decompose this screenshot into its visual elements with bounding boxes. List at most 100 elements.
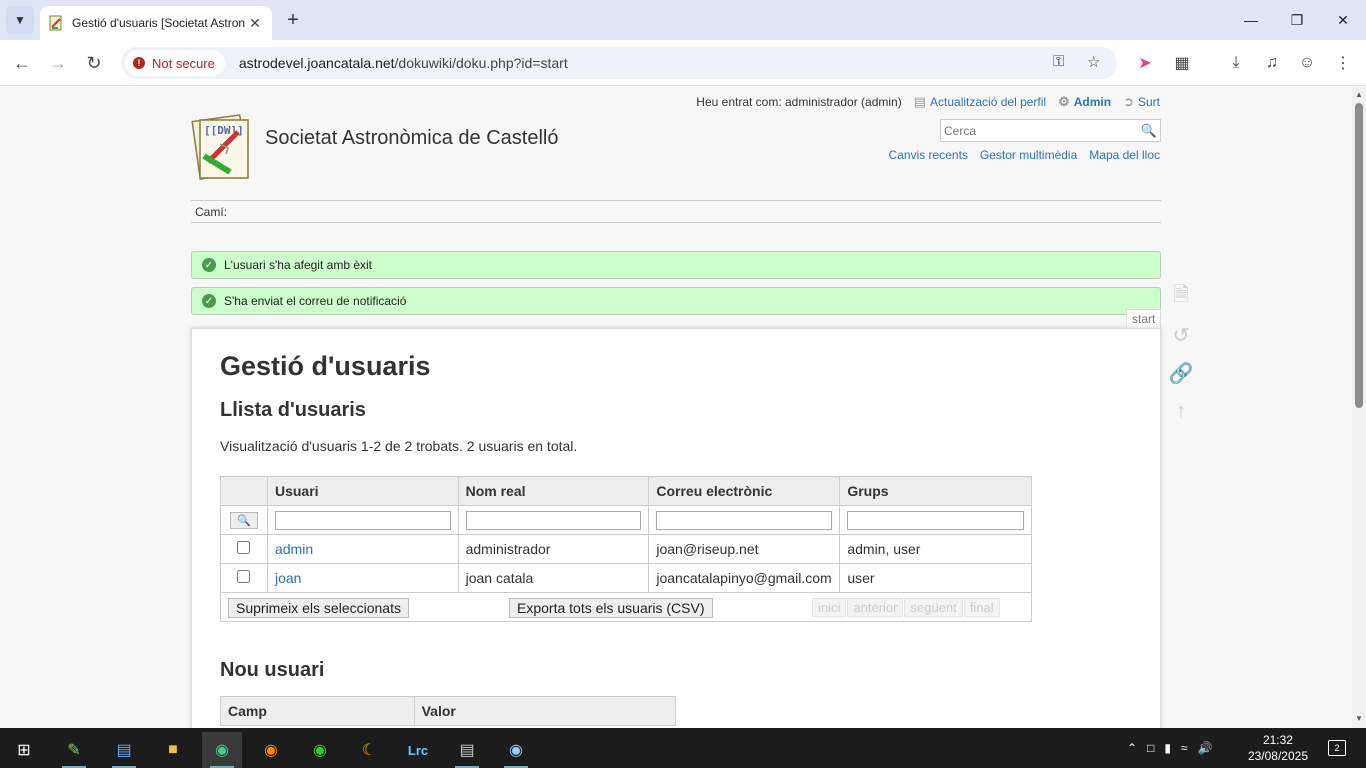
backlinks-icon[interactable]: 🔗 [1167, 361, 1195, 385]
security-chip[interactable]: ! Not secure [125, 50, 225, 76]
user-link[interactable]: admin [275, 541, 313, 557]
windows-taskbar: ⊞ ✎ ▤ ■ ◉ ◉ ◉ ☾ Lrc ▤ ◉ ⌃ □ ▮ ≈ 🔊 21:32 … [0, 728, 1366, 768]
media-queue-icon[interactable]: ♫ [1261, 52, 1283, 74]
select-column-header [220, 476, 268, 506]
clock-time: 21:32 [1262, 733, 1293, 747]
logged-in-text: Heu entrat com: administrador (admin) [696, 95, 902, 109]
column-header: Grups [839, 476, 1032, 506]
download-icon[interactable]: ⤓ [1225, 52, 1247, 74]
user-email: joan@riseup.net [648, 534, 841, 564]
image-app-icon[interactable]: ▤ [447, 732, 487, 768]
gear-icon: ⚙ [1058, 94, 1070, 109]
pager-next-button[interactable]: següent [904, 598, 963, 617]
extension-share-icon[interactable]: ➤ [1134, 52, 1156, 74]
select-user-checkbox[interactable] [237, 570, 251, 583]
close-window-icon[interactable]: ✕ [1320, 0, 1366, 40]
user-list-heading: Llista d'usuaris [220, 399, 366, 421]
page-title: Gestió d'usuaris [220, 351, 431, 381]
dokuwiki-logo[interactable]: [[DW]] [190, 114, 256, 180]
user-tools: Heu entrat com: administrador (admin) ▤ A… [696, 94, 1160, 110]
site-title[interactable]: Societat Astronòmica de Castelló [265, 127, 559, 150]
filter-email-input[interactable] [656, 510, 833, 530]
filter-groups-input[interactable] [847, 510, 1024, 530]
system-tray: ⌃ □ ▮ ≈ 🔊 [1127, 728, 1212, 768]
minimize-icon[interactable]: — [1228, 0, 1274, 40]
user-real-name: administrador [457, 534, 650, 564]
url-text[interactable]: astrodevel.joancatala.net/dokuwiki/doku.… [239, 55, 568, 71]
sitemap-link[interactable]: Mapa del lloc [1089, 148, 1160, 162]
scrollbar-thumb[interactable] [1355, 103, 1363, 408]
export-csv-button[interactable]: Exporta tots els usuaris (CSV) [509, 598, 713, 618]
paint-app-icon[interactable]: ◉ [496, 732, 536, 768]
bookmark-star-icon[interactable]: ☆ [1087, 53, 1100, 71]
logout-link[interactable]: ➲ Surt [1123, 94, 1160, 110]
search-box: 🔍 [940, 119, 1161, 142]
filter-name-input[interactable] [465, 510, 642, 530]
profile-link[interactable]: ▤ Actualització del perfil [914, 94, 1046, 110]
success-message-text: S'ha enviat el correu de notificació [224, 294, 407, 308]
wifi-icon[interactable]: ≈ [1181, 741, 1188, 755]
success-message-text: L'usuari s'ha afegit amb èxit [224, 258, 372, 272]
profile-icon[interactable]: ☺ [1296, 52, 1318, 74]
menu-kebab-icon[interactable]: ⋮ [1332, 52, 1354, 74]
page-scrollbar[interactable]: ▲ ▼ [1352, 87, 1366, 728]
remote-desktop-icon[interactable]: ▤ [104, 732, 144, 768]
pager-prev-button[interactable]: anterior [847, 598, 904, 617]
address-bar[interactable]: ! Not secure astrodevel.joancatala.net/d… [121, 47, 1117, 79]
user-link[interactable]: joan [275, 570, 301, 586]
site-tools: Canvis recents Gestor multimèdia Mapa de… [889, 148, 1160, 162]
lightroom-icon[interactable]: Lrc [398, 732, 438, 768]
file-explorer-icon[interactable]: ■ [153, 732, 193, 768]
battery-icon[interactable]: ▮ [1164, 741, 1171, 755]
extensions-puzzle-icon[interactable]: ▦ [1171, 52, 1193, 74]
scroll-down-icon[interactable]: ▼ [1355, 714, 1363, 723]
delete-selected-button[interactable]: Suprimeix els seleccionats [228, 598, 409, 618]
pager-last-button[interactable]: final [963, 598, 1000, 617]
search-icon: 🔍 [237, 515, 251, 527]
filter-user-input[interactable] [274, 510, 451, 530]
active-tab[interactable]: Gestió d'usuaris [Societat Astron ✕ [40, 6, 272, 40]
tab-search-button[interactable]: ▼ [6, 6, 34, 34]
new-user-table: Camp Valor [220, 696, 677, 726]
notification-badge[interactable]: 2 [1328, 740, 1346, 756]
close-tab-icon[interactable]: ✕ [246, 15, 264, 32]
volume-icon[interactable]: 🔊 [1198, 741, 1213, 755]
recent-changes-link[interactable]: Canvis recents [889, 148, 968, 162]
filter-search-button[interactable]: 🔍 [230, 512, 258, 529]
taskbar-clock[interactable]: 21:32 23/08/2025 [1248, 732, 1308, 764]
windows-start-icon[interactable]: ⊞ [4, 732, 44, 768]
restore-icon[interactable]: ❐ [1274, 0, 1320, 40]
back-to-top-icon[interactable]: ↑ [1167, 399, 1195, 423]
page-id: start [1126, 309, 1162, 329]
password-key-icon[interactable]: ⚿ [1053, 53, 1064, 70]
success-message: ✓ S'ha enviat el correu de notificació [191, 287, 1161, 315]
old-revisions-icon[interactable]: ↺ [1167, 323, 1195, 347]
reload-icon[interactable]: ↻ [81, 50, 107, 76]
user-count-info: Visualització d'usuaris 1-2 de 2 trobats… [220, 438, 578, 454]
scroll-up-icon[interactable]: ▲ [1355, 90, 1363, 99]
usb-device-icon[interactable]: □ [1147, 741, 1154, 755]
media-manager-link[interactable]: Gestor multimèdia [980, 148, 1077, 162]
profile-link-label: Actualització del perfil [930, 95, 1047, 109]
user-table: Usuari Nom real Correu electrònic Grups … [220, 476, 1032, 622]
show-page-icon[interactable]: 🗎 [1167, 284, 1195, 309]
media-app-icon[interactable]: ◉ [300, 732, 340, 768]
chevron-up-icon[interactable]: ⌃ [1127, 741, 1137, 755]
forward-icon[interactable]: → [45, 50, 71, 76]
stellarium-icon[interactable]: ☾ [349, 732, 389, 768]
back-icon[interactable]: ← [9, 50, 35, 76]
search-icon[interactable]: 🔍 [1138, 123, 1160, 139]
table-header-row: Camp Valor [220, 696, 677, 726]
new-tab-button[interactable]: + [282, 8, 304, 32]
column-header: Correu electrònic [648, 476, 841, 506]
profile-card-icon: ▤ [913, 94, 927, 109]
notepad-plus-icon[interactable]: ✎ [54, 732, 94, 768]
chrome-icon[interactable]: ◉ [202, 732, 242, 768]
firefox-icon[interactable]: ◉ [251, 732, 291, 768]
select-user-checkbox[interactable] [237, 541, 251, 554]
search-input[interactable] [941, 120, 1138, 141]
url-path: /dokuwiki/doku.php?id=start [394, 55, 568, 71]
pager-first-button[interactable]: inici [812, 598, 847, 617]
admin-link[interactable]: ⚙ Admin [1058, 94, 1111, 110]
check-icon: ✓ [202, 258, 216, 272]
